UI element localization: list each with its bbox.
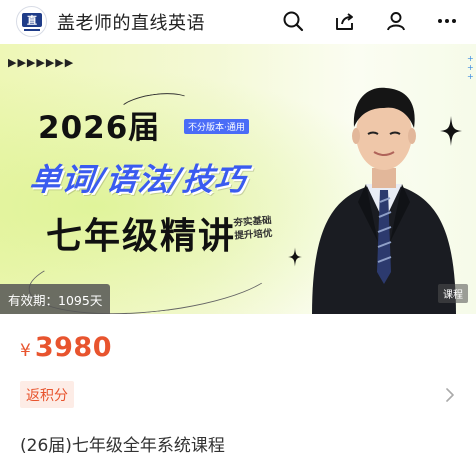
price-value: 3980 (34, 332, 112, 363)
banner-grade: 七年级精讲 (46, 216, 237, 257)
edition-tag: 不分版本·通用 (184, 119, 249, 134)
chevron-right-icon[interactable] (441, 386, 459, 404)
svg-text:直: 直 (27, 14, 37, 27)
banner-year: 2026届 (38, 110, 161, 146)
course-title: (26届)七年级全年系统课程 (20, 436, 225, 456)
share-icon[interactable] (332, 8, 358, 34)
decorative-arrows-icon: ▶▶▶▶▶▶▶ (8, 56, 75, 69)
search-icon[interactable] (280, 8, 306, 34)
plus-grid-icon: + + + (467, 54, 474, 81)
teacher-photo (312, 87, 456, 314)
points-badge[interactable]: 返积分 (20, 381, 74, 408)
price: ¥ 3980 (20, 332, 112, 363)
banner-subjects: 单词/语法/技巧 (27, 162, 249, 198)
validity-badge: 有效期： 1095天 (0, 284, 111, 314)
top-bar: 直 盖老师的直线英语 (0, 0, 476, 44)
banner-motto: 夯实基础 提升培优 (233, 215, 273, 242)
course-type-tag: 课程 (438, 284, 468, 303)
logo-mark-icon: 直 (21, 12, 42, 31)
currency-symbol: ¥ (20, 341, 31, 361)
user-icon[interactable] (383, 8, 409, 34)
shop-name[interactable]: 盖老师的直线英语 (57, 9, 205, 35)
more-icon[interactable] (434, 8, 460, 34)
sparkle-small-icon (288, 247, 302, 267)
shop-logo[interactable]: 直 (16, 6, 47, 37)
course-banner[interactable]: ▶▶▶▶▶▶▶ + + + 2026届 不分版本·通用 单词/语法/技巧 七年级精讲… (0, 44, 476, 314)
